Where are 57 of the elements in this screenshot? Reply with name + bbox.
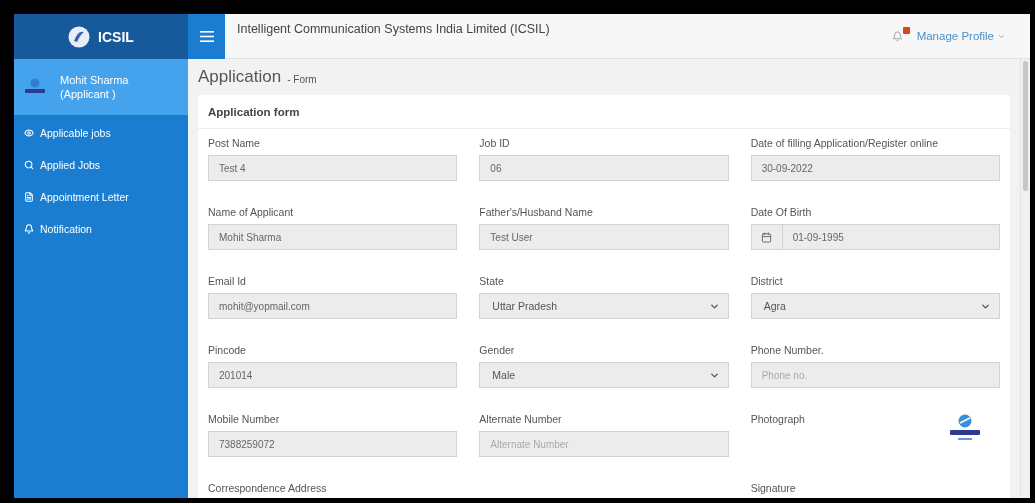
text-field[interactable]: mohit@yopmail.com [208, 293, 458, 319]
header-title: Intelligent Communication Systems India Limited (ICSIL) [237, 22, 551, 36]
sidebar-item[interactable]: Applied Jobs [14, 149, 188, 181]
text-field[interactable]: Test 4 [208, 155, 458, 181]
field-label: Name of Applicant [208, 206, 295, 219]
field-label: State [479, 275, 505, 288]
scrollbar-thumb[interactable] [1023, 61, 1028, 191]
text-field[interactable]: Test User [479, 224, 729, 250]
sidebar-item[interactable]: Appointment Letter [14, 181, 188, 213]
profile-menu[interactable]: Manage Profile [916, 30, 1006, 42]
sidebar-item-icon [24, 128, 34, 138]
sidebar-item[interactable]: Notification [14, 213, 188, 245]
sidebar-item-icon [24, 192, 34, 202]
field-label: Correspondence Address [208, 482, 328, 495]
brand-name: ICSIL [98, 28, 134, 45]
sidebar-item-icon [24, 160, 34, 170]
scrollbar[interactable] [1020, 59, 1030, 498]
field-label: Email Id [208, 275, 247, 288]
field-label: Alternate Number [479, 413, 563, 426]
date-input[interactable]: 01-09-1995 [782, 231, 999, 243]
calendar-icon [761, 231, 773, 243]
menu-button[interactable] [188, 14, 225, 59]
text-field[interactable]: Phone no. [750, 362, 1000, 388]
field-label: Post Name [208, 137, 261, 150]
field-label: Mobile Number [208, 413, 281, 426]
text-field[interactable]: 201014 [208, 362, 458, 388]
text-field[interactable]: 30-09-2022 [750, 155, 1000, 181]
sidebar-item[interactable]: Applicable jobs [14, 117, 188, 149]
field-label: Gender [479, 344, 516, 357]
card-title: Application form [208, 105, 300, 118]
text-field[interactable]: 7388259072 [208, 431, 458, 457]
field-label: District [750, 275, 784, 288]
notification-icon[interactable] [891, 30, 903, 42]
user-role: (Applicant ) [60, 87, 117, 101]
select-field[interactable]: Male [479, 362, 729, 388]
text-field[interactable]: Mohit Sharma [208, 224, 458, 250]
date-picker[interactable]: 01-09-1995 [750, 224, 1000, 250]
menu-icon [199, 30, 214, 42]
logo-icon [68, 25, 91, 48]
field-label: Father's/Husband Name [479, 206, 594, 219]
photo-logo-drawing [948, 413, 982, 443]
notification-badge [902, 26, 910, 34]
page-title: Application [198, 67, 282, 87]
text-field[interactable]: 06 [479, 155, 729, 181]
field-label: Pincode [208, 344, 247, 357]
page-subtitle: - Form [287, 73, 317, 85]
field-label: Job ID [479, 137, 511, 150]
field-label: Date of filling Application/Register online [750, 137, 939, 150]
sidebar-item-icon [24, 224, 34, 234]
field-label: Phone Number. [750, 344, 825, 357]
field-label: Date Of Birth [750, 206, 813, 219]
text-field[interactable]: Alternate Number [479, 431, 729, 457]
select-field[interactable]: Agra [750, 293, 1000, 319]
field-label: Photograph [750, 413, 805, 426]
select-field[interactable]: Uttar Pradesh [479, 293, 729, 319]
field-label: Signature [750, 482, 797, 495]
user-name: Mohit Sharma [60, 73, 129, 87]
